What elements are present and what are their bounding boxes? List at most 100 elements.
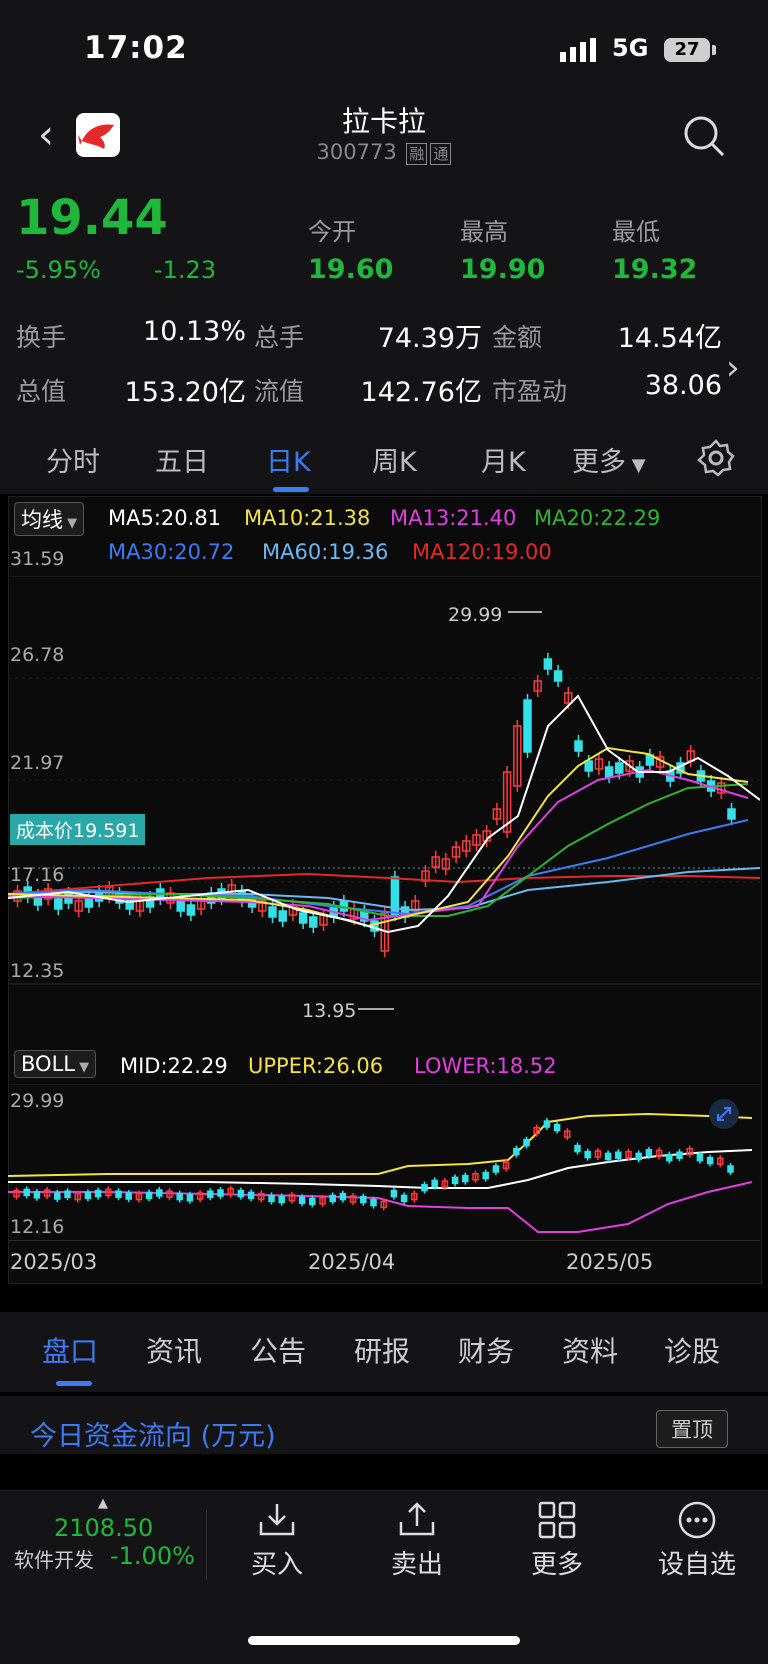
candle-body	[217, 1189, 224, 1197]
ma10-legend: MA10:21.38	[244, 506, 371, 530]
high-marker: 29.99	[448, 604, 503, 626]
ma-selector[interactable]: 均线 ▼	[14, 502, 85, 536]
mcap-value: 153.20亿	[124, 377, 246, 408]
tab-more[interactable]: 更多 ▼	[572, 440, 646, 479]
boll-lower-line	[8, 1181, 753, 1233]
tab-orderbook[interactable]: 盘口	[42, 1330, 98, 1370]
ma13-legend: MA13:21.40	[390, 506, 517, 530]
volume-label: 总手	[254, 323, 305, 352]
candle-body	[727, 1165, 734, 1173]
boll-chart[interactable]	[8, 1084, 760, 1234]
stock-title: 拉卡拉	[341, 105, 426, 138]
buy-button[interactable]: 买入	[222, 1500, 332, 1581]
candle-body	[523, 1138, 530, 1147]
candle-body	[207, 1190, 214, 1198]
tab-five-day[interactable]: 五日	[155, 440, 209, 479]
tab-weekly-k[interactable]: 周K	[372, 440, 417, 479]
candle-body	[309, 1197, 316, 1206]
y-tick-3: 21.97	[10, 752, 65, 774]
candle-body	[125, 898, 134, 910]
boll-y-bottom: 12.16	[10, 1216, 65, 1238]
candle-body	[84, 1191, 92, 1200]
candle-body	[329, 1194, 336, 1203]
sector-change[interactable]: -1.00%	[110, 1542, 195, 1570]
pin-top-button[interactable]: 置顶	[656, 1410, 728, 1448]
fund-flow-title: 今日资金流向 (万元)	[30, 1421, 276, 1452]
candle-body	[553, 1123, 561, 1132]
open-label: 今开	[308, 218, 356, 246]
float-label: 流值	[254, 377, 305, 406]
caret-down-icon: ▼	[63, 516, 78, 531]
battery-cap	[712, 45, 716, 55]
tab-more-label: 更多	[572, 447, 626, 478]
low-label: 最低	[612, 218, 660, 246]
candle-body	[298, 1196, 306, 1204]
candle-body	[553, 670, 563, 682]
indicator-selector-label: BOLL	[21, 1052, 75, 1076]
more-label: 更多	[530, 1550, 583, 1580]
tab-announcements[interactable]: 公告	[250, 1330, 306, 1370]
candle-body	[370, 1198, 377, 1207]
more-button[interactable]: 更多	[502, 1500, 612, 1581]
float-value: 142.76亿	[360, 377, 482, 408]
margin-tag: 融	[406, 143, 428, 165]
x-tick-3: 2025/05	[566, 1250, 654, 1274]
tab-intraday[interactable]: 分时	[46, 440, 100, 479]
candle-body	[635, 1152, 642, 1161]
search-icon[interactable]	[682, 114, 726, 158]
ma20-legend: MA20:22.29	[534, 506, 661, 530]
tab-financials[interactable]: 财务	[458, 1330, 514, 1370]
candle-body	[298, 912, 308, 924]
toolbar-divider	[206, 1510, 207, 1580]
x-axis-divider	[8, 1240, 760, 1241]
ma30-legend: MA30:20.72	[108, 540, 235, 564]
candle-body	[176, 900, 185, 912]
candle-body	[492, 1165, 500, 1173]
indicator-selector[interactable]: BOLL ▼	[14, 1050, 97, 1078]
active-info-tab-indicator	[56, 1381, 92, 1386]
amount-label: 金额	[492, 323, 543, 352]
chevron-right-icon[interactable]: ›	[726, 348, 740, 388]
settings-gear-icon[interactable]	[696, 438, 736, 478]
upload-tray-icon	[399, 1502, 435, 1536]
candle-body	[696, 1153, 704, 1162]
tab-news[interactable]: 资讯	[146, 1330, 202, 1370]
candle-body	[145, 1191, 153, 1200]
candle-body	[584, 1150, 591, 1159]
expand-icon[interactable]	[708, 1098, 740, 1130]
candle-body	[543, 1120, 551, 1128]
high-value: 19.90	[460, 254, 546, 285]
status-time: 17:02	[84, 30, 188, 66]
candle-body	[523, 699, 532, 753]
kline-chart[interactable]	[8, 576, 760, 1046]
add-watchlist-button[interactable]: 设自选	[642, 1500, 752, 1581]
candle-body	[115, 1190, 122, 1198]
tab-research[interactable]: 研报	[354, 1330, 410, 1370]
sector-name[interactable]: 软件开发	[14, 1544, 94, 1573]
candle-body	[645, 1149, 653, 1157]
tab-diagnosis[interactable]: 诊股	[664, 1330, 720, 1370]
sell-button[interactable]: 卖出	[362, 1500, 472, 1581]
y-tick-1: 31.59	[10, 548, 65, 570]
connect-tag: 通	[430, 143, 452, 165]
candle-body	[706, 1156, 714, 1165]
candle-body	[574, 740, 583, 752]
signal-icon	[560, 38, 596, 62]
y-tick-4: 17.16	[10, 864, 65, 886]
candle-body	[615, 762, 624, 774]
tab-profile[interactable]: 资料	[562, 1330, 618, 1370]
candle-body	[727, 808, 736, 820]
tab-daily-k[interactable]: 日K	[266, 440, 311, 479]
candle-body	[237, 1189, 245, 1198]
candle-body	[604, 766, 614, 778]
low-value: 19.32	[612, 254, 698, 285]
change-value: -1.23	[154, 256, 217, 284]
turnover-value: 10.13%	[143, 316, 246, 347]
amount-value: 14.54亿	[617, 323, 722, 354]
low-marker-line	[358, 1008, 394, 1010]
ellipsis-circle-icon	[678, 1501, 716, 1539]
sector-index-value[interactable]: 2108.50	[54, 1514, 153, 1542]
candle-body	[247, 1191, 255, 1200]
tab-monthly-k[interactable]: 月K	[481, 440, 526, 479]
boll-upper-line	[8, 1112, 753, 1177]
